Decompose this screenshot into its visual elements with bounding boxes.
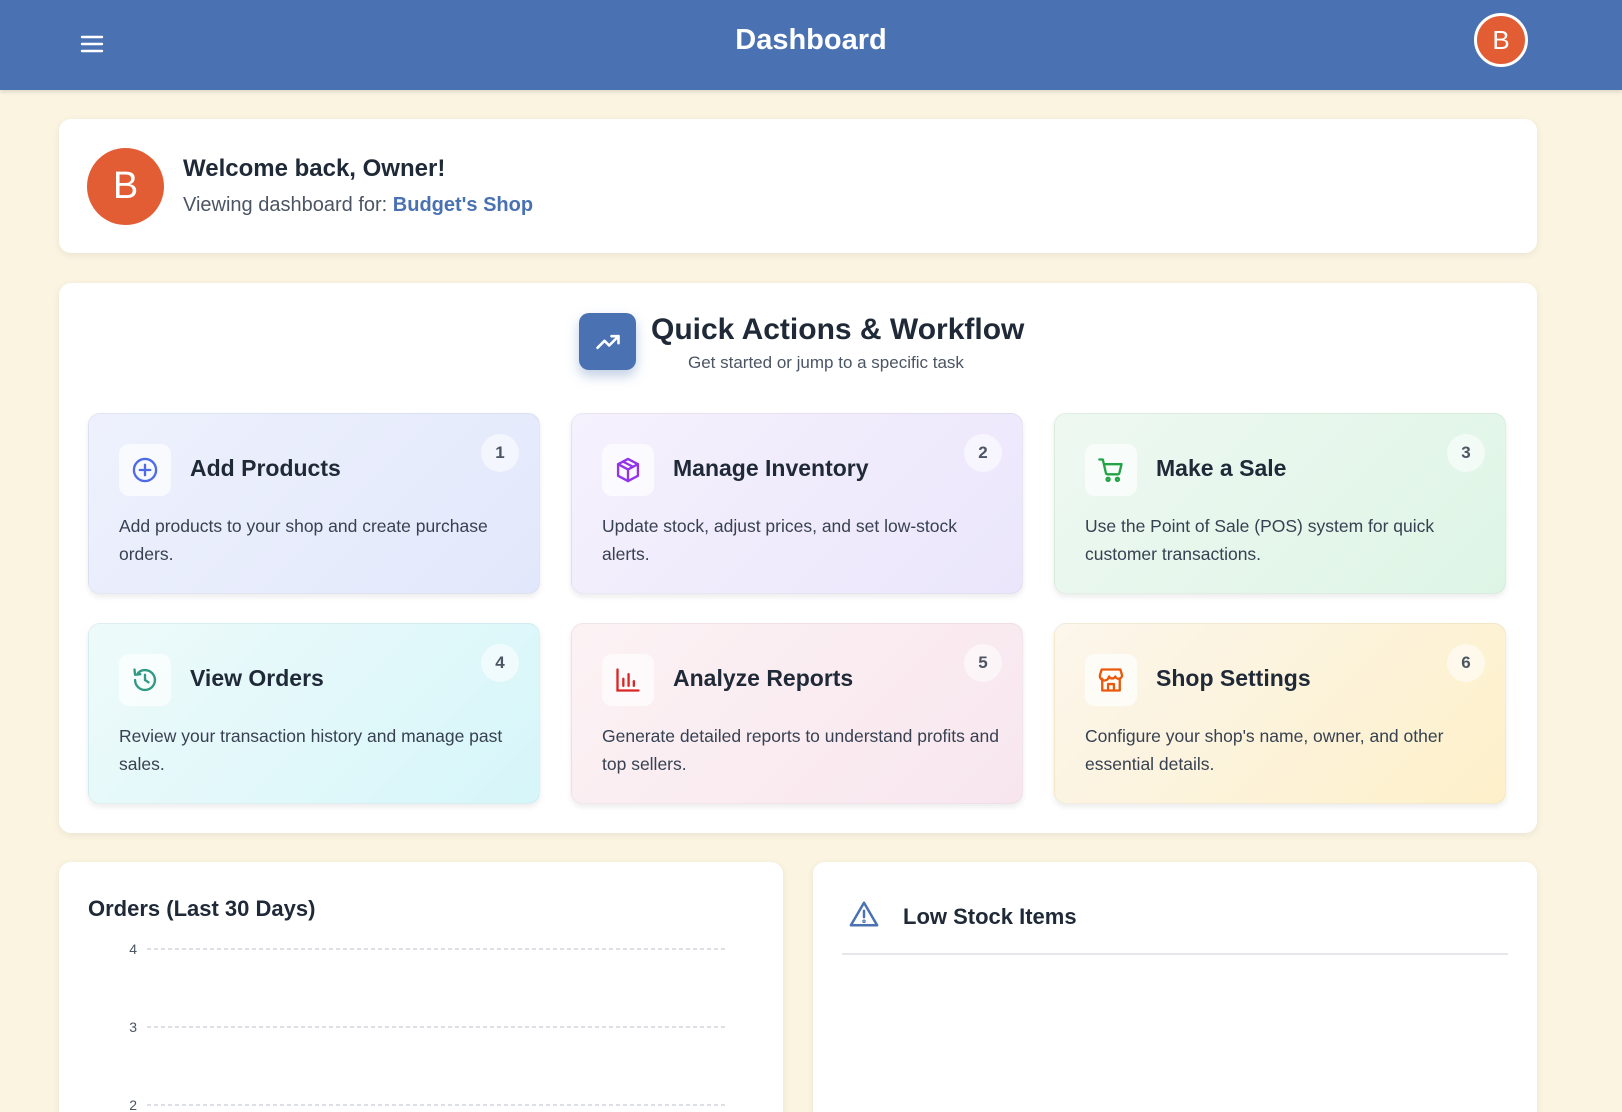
warning-triangle-icon bbox=[849, 900, 879, 933]
top-app-bar: Dashboard B bbox=[0, 0, 1622, 90]
step-number-badge: 5 bbox=[964, 644, 1002, 682]
package-box-icon bbox=[602, 444, 654, 496]
action-title: Shop Settings bbox=[1156, 665, 1311, 691]
action-description: Update stock, adjust prices, and set low… bbox=[602, 516, 958, 564]
step-number-badge: 1 bbox=[481, 434, 519, 472]
divider bbox=[842, 953, 1508, 955]
step-number-badge: 6 bbox=[1447, 644, 1485, 682]
y-tick-label: 4 bbox=[129, 941, 137, 957]
history-icon bbox=[119, 654, 171, 706]
action-card-manage-inventory[interactable]: Manage Inventory 2 Update stock, adjust … bbox=[571, 413, 1023, 594]
welcome-greeting: Welcome back, Owner! bbox=[183, 155, 446, 182]
action-description: Use the Point of Sale (POS) system for q… bbox=[1085, 516, 1435, 564]
action-description: Configure your shop's name, owner, and o… bbox=[1085, 726, 1444, 774]
avatar: B bbox=[87, 148, 164, 225]
user-avatar-button[interactable]: B bbox=[1474, 13, 1528, 67]
action-card-add-products[interactable]: Add Products 1 Add products to your shop… bbox=[88, 413, 540, 594]
bar-chart-icon bbox=[602, 654, 654, 706]
step-number-badge: 4 bbox=[481, 644, 519, 682]
action-card-analyze-reports[interactable]: Analyze Reports 5 Generate detailed repo… bbox=[571, 623, 1023, 804]
viewing-label: Viewing dashboard for: bbox=[183, 194, 388, 216]
quick-actions-card: Quick Actions & Workflow Get started or … bbox=[59, 283, 1537, 833]
shopping-cart-icon bbox=[1085, 444, 1137, 496]
viewing-shop-text: Viewing dashboard for: Budget's Shop bbox=[183, 194, 533, 217]
step-number-badge: 3 bbox=[1447, 434, 1485, 472]
shop-name: Budget's Shop bbox=[392, 194, 534, 216]
action-description: Add products to your shop and create pur… bbox=[119, 516, 488, 564]
storefront-icon bbox=[1085, 654, 1137, 706]
low-stock-card: Low Stock Items bbox=[813, 862, 1537, 1112]
action-description: Review your transaction history and mana… bbox=[119, 726, 503, 774]
trending-up-icon bbox=[579, 313, 636, 370]
action-card-view-orders[interactable]: View Orders 4 Review your transaction hi… bbox=[88, 623, 540, 804]
action-title: Manage Inventory bbox=[673, 455, 869, 481]
action-card-shop-settings[interactable]: Shop Settings 6 Configure your shop's na… bbox=[1054, 623, 1506, 804]
action-title: Analyze Reports bbox=[673, 665, 854, 691]
action-description: Generate detailed reports to understand … bbox=[602, 726, 999, 774]
orders-chart-card: Orders (Last 30 Days) 432 bbox=[59, 862, 783, 1112]
quick-actions-title: Quick Actions & Workflow bbox=[651, 313, 1025, 346]
quick-actions-subtitle: Get started or jump to a specific task bbox=[688, 353, 964, 372]
y-tick-label: 2 bbox=[129, 1097, 137, 1112]
action-title: Make a Sale bbox=[1156, 455, 1287, 481]
action-title: View Orders bbox=[190, 665, 324, 691]
page-title: Dashboard bbox=[735, 24, 887, 56]
orders-line-chart: 4 3 2 bbox=[129, 941, 727, 1112]
low-stock-title: Low Stock Items bbox=[903, 904, 1077, 929]
plus-circle-icon bbox=[119, 444, 171, 496]
action-card-make-a-sale[interactable]: Make a Sale 3 Use the Point of Sale (POS… bbox=[1054, 413, 1506, 594]
step-number-badge: 2 bbox=[964, 434, 1002, 472]
action-title: Add Products bbox=[190, 455, 341, 481]
y-tick-label: 3 bbox=[129, 1019, 137, 1035]
welcome-card: B Welcome back, Owner! Viewing dashboard… bbox=[59, 119, 1537, 253]
